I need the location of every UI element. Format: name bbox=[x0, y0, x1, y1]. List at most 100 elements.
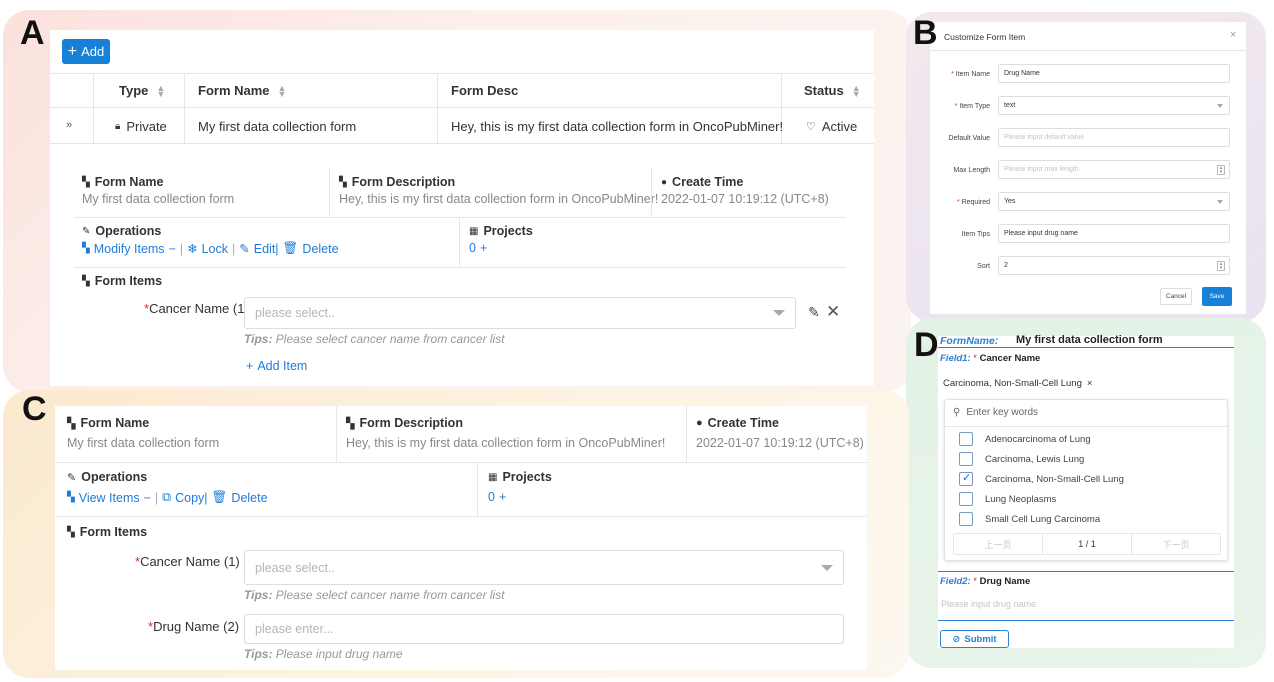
cancer-name-label: *Cancer Name (1) bbox=[135, 554, 240, 569]
copy-icon: ⧉ bbox=[162, 490, 172, 504]
max-length-placeholder: Please input max length bbox=[1004, 166, 1079, 173]
cancer-name-label-text: Cancer Name (1) bbox=[149, 301, 249, 316]
stepper-icon[interactable]: ▴ ▾ bbox=[1217, 165, 1225, 175]
option-label[interactable]: Adenocarcinoma of Lung bbox=[985, 434, 1091, 445]
sort-icon[interactable]: ▲ ▼ bbox=[278, 83, 287, 98]
form-name-value: My first data collection form bbox=[82, 192, 235, 206]
trash-icon: 🗑︎ bbox=[211, 490, 228, 504]
header-status[interactable]: Status ▲ ▼ bbox=[804, 83, 861, 98]
search-field[interactable]: ⚲ Enter key words bbox=[953, 407, 1038, 418]
formname-value: My first data collection form bbox=[1016, 334, 1163, 346]
close-icon[interactable]: × bbox=[1230, 29, 1236, 41]
add-project-button[interactable]: + bbox=[499, 490, 506, 504]
header-type[interactable]: Type ▲ ▼ bbox=[119, 83, 165, 98]
projects-heading-label: Projects bbox=[483, 224, 533, 238]
detail-row-divider bbox=[55, 462, 867, 463]
sort-icon[interactable]: ▲ ▼ bbox=[852, 83, 861, 98]
save-button[interactable]: Save bbox=[1202, 287, 1232, 306]
add-item-link[interactable]: + Add Item bbox=[246, 359, 307, 373]
default-value-input[interactable]: Please input default value bbox=[998, 128, 1230, 147]
tips-prefix: Tips: bbox=[244, 647, 273, 661]
add-button[interactable]: + Add bbox=[62, 39, 110, 64]
option-label[interactable]: Carcinoma, Non-Small-Cell Lung bbox=[985, 474, 1124, 485]
copy-link[interactable]: Copy| bbox=[175, 491, 207, 505]
close-icon[interactable]: × bbox=[1087, 378, 1093, 389]
cancer-select-placeholder: please select.. bbox=[255, 560, 335, 575]
field2-name: Drug Name bbox=[979, 576, 1031, 587]
option-label[interactable]: Small Cell Lung Carcinoma bbox=[985, 514, 1100, 525]
delete-link[interactable]: Delete bbox=[231, 491, 267, 505]
item-tips-input[interactable]: Please input drug name bbox=[998, 224, 1230, 243]
tips-text: Please select cancer name from cancer li… bbox=[275, 588, 505, 602]
stepper-icon[interactable]: ▴ ▾ bbox=[1217, 261, 1225, 271]
panel-c-card: ▚ Form Name My first data collection for… bbox=[55, 406, 867, 670]
pencil-icon[interactable]: ✎ bbox=[808, 304, 820, 321]
cancer-select-placeholder: please select.. bbox=[255, 306, 335, 320]
option-label[interactable]: Lung Neoplasms bbox=[985, 494, 1056, 505]
expand-chevron-icon[interactable]: » bbox=[66, 119, 72, 131]
header-form-name[interactable]: Form Name ▲ ▼ bbox=[198, 83, 286, 98]
option-checkbox-checked[interactable] bbox=[959, 471, 973, 486]
cancel-button[interactable]: Cancel bbox=[1160, 288, 1192, 305]
tips-prefix: Tips: bbox=[244, 332, 273, 346]
form-name-cell[interactable]: My first data collection form bbox=[198, 119, 356, 134]
submit-button[interactable]: ⊘ Submit bbox=[940, 630, 1009, 648]
header-form-desc-label: Form Desc bbox=[451, 83, 519, 98]
selected-tag-label: Carcinoma, Non-Small-Cell Lung bbox=[943, 378, 1082, 389]
projects-heading-label: Projects bbox=[502, 470, 552, 484]
delete-link[interactable]: Delete bbox=[302, 242, 338, 256]
grid-icon: ▚ bbox=[339, 176, 347, 188]
edit-link[interactable]: Edit| bbox=[254, 242, 279, 256]
header-form-desc: Form Desc bbox=[451, 83, 518, 98]
collapse-minus-button[interactable]: − bbox=[169, 242, 176, 256]
page-info: 1 / 1 bbox=[1043, 534, 1132, 554]
clock-icon: ● bbox=[661, 176, 668, 188]
prev-page-button[interactable]: 上一页 bbox=[954, 534, 1043, 554]
form-items-heading: ▚ Form Items bbox=[67, 525, 147, 539]
caret-down-icon bbox=[773, 310, 785, 316]
cancer-name-select[interactable]: please select.. bbox=[244, 550, 844, 585]
plus-icon: + bbox=[246, 359, 254, 373]
max-length-label: Max Length bbox=[953, 167, 990, 174]
projects-heading: ▦ Projects bbox=[488, 470, 552, 484]
table-header-border bbox=[50, 107, 874, 108]
item-type-select[interactable]: text bbox=[998, 96, 1230, 115]
lock-link[interactable]: Lock bbox=[202, 242, 228, 256]
clock-icon: ● bbox=[696, 417, 703, 429]
cancer-name-select[interactable]: please select.. bbox=[244, 297, 796, 329]
item-name-label-text: Item Name bbox=[955, 71, 990, 78]
header-form-name-label: Form Name bbox=[198, 83, 270, 98]
add-button-label: Add bbox=[81, 44, 105, 59]
view-items-link[interactable]: View Items bbox=[79, 491, 140, 505]
option-checkbox[interactable] bbox=[959, 512, 973, 526]
operations-links: ▚ Modify Items − | ❄ Lock | ✎ Edit| 🗑︎ D… bbox=[82, 241, 339, 256]
status-cell: ♡ Active bbox=[806, 119, 857, 134]
modify-items-link[interactable]: Modify Items bbox=[94, 242, 165, 256]
option-checkbox[interactable] bbox=[959, 452, 973, 466]
sort-icon[interactable]: ▲ ▼ bbox=[156, 83, 165, 98]
close-icon[interactable]: ✕ bbox=[826, 302, 840, 322]
option-checkbox[interactable] bbox=[959, 492, 973, 506]
required-mark: * bbox=[973, 576, 977, 587]
option-checkbox[interactable] bbox=[959, 432, 973, 446]
option-label[interactable]: Carcinoma, Lewis Lung bbox=[985, 454, 1084, 465]
sort-input[interactable]: 2 ▴ ▾ bbox=[998, 256, 1230, 275]
grid-icon: ▚ bbox=[82, 176, 90, 188]
add-project-button[interactable]: + bbox=[480, 241, 487, 255]
form-desc-value: Hey, this is my first data collection fo… bbox=[339, 192, 659, 206]
item-type-value: text bbox=[1004, 102, 1016, 109]
projects-value: 0 + bbox=[488, 490, 506, 504]
next-page-button[interactable]: 下一页 bbox=[1132, 534, 1220, 554]
drug-input-placeholder: please enter... bbox=[255, 622, 334, 636]
form-name-heading-label: Form Name bbox=[94, 175, 164, 189]
drug-name-input[interactable]: Please input drug name bbox=[941, 599, 1036, 609]
item-name-input[interactable]: Drug Name bbox=[998, 64, 1230, 83]
required-value: Yes bbox=[1004, 198, 1016, 205]
required-select[interactable]: Yes bbox=[998, 192, 1230, 211]
operations-links: ▚ View Items − | ⧉ Copy| 🗑︎ Delete bbox=[67, 490, 268, 505]
tips-text: Please select cancer name from cancer li… bbox=[275, 332, 505, 346]
max-length-input[interactable]: Please input max length ▴ ▾ bbox=[998, 160, 1230, 179]
create-time-heading: ● Create Time bbox=[696, 416, 779, 430]
collapse-minus-button[interactable]: − bbox=[144, 491, 151, 505]
drug-name-input[interactable]: please enter... bbox=[244, 614, 844, 644]
